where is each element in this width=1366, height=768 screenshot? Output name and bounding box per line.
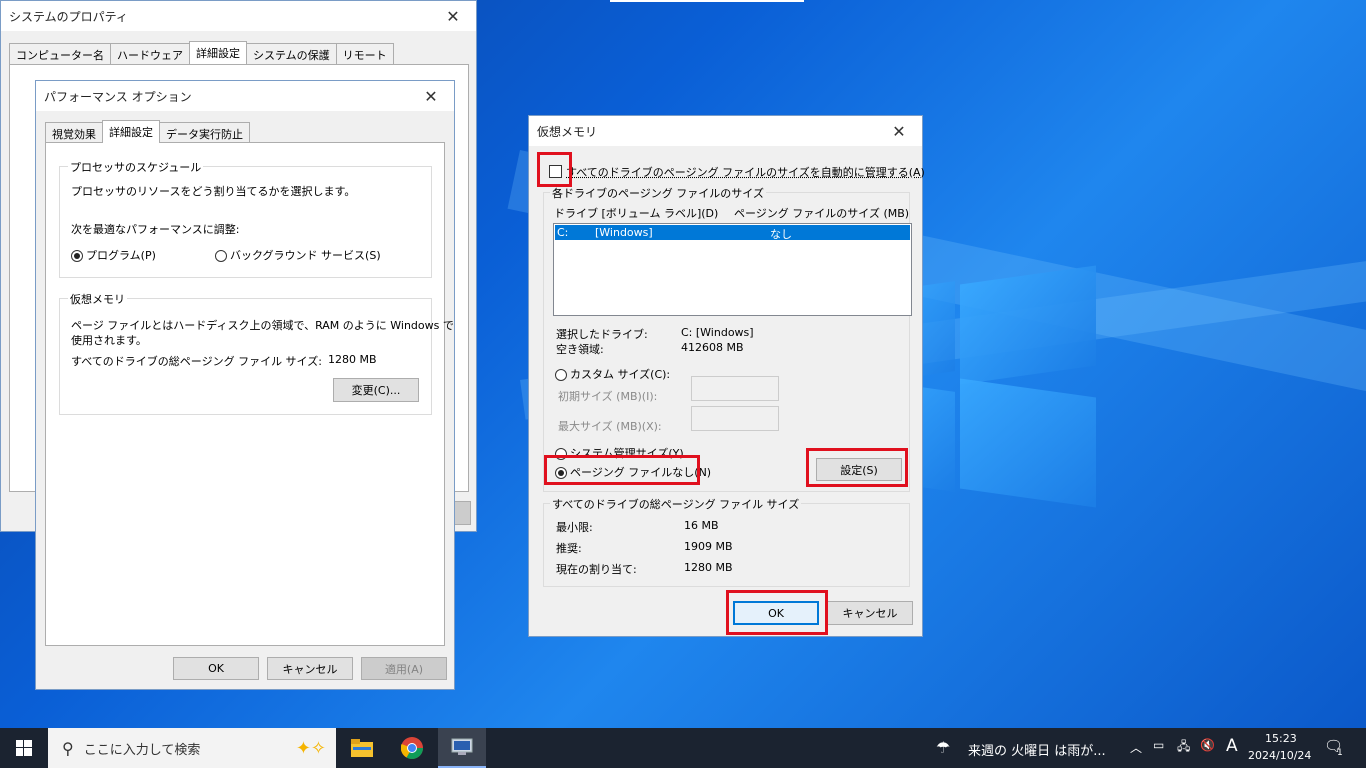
vm-description: ページ ファイルとはハードディスク上の領域で、RAM のように Windows … (71, 319, 454, 332)
initial-size-input[interactable] (691, 376, 779, 401)
notification-count: 1 (1337, 748, 1343, 758)
cancel-button[interactable]: キャンセル (267, 657, 353, 680)
radio-selected-icon (71, 250, 83, 262)
max-size-label: 最大サイズ (MB)(X): (558, 420, 662, 433)
system-properties-taskbar-icon[interactable] (438, 728, 486, 768)
tab-computer-name[interactable]: コンピューター名 (9, 43, 111, 64)
taskbar: ⚲ ここに入力して検索 ✦✧ ☂ 来週の 火曜日 は雨が... ︿ ▭ 🖧 🔇 … (0, 728, 1366, 768)
ime-indicator[interactable]: A (1226, 736, 1238, 756)
volume-muted-icon[interactable]: 🔇 (1200, 738, 1215, 752)
total-paging-value: 1280 MB (328, 353, 377, 366)
ok-button[interactable]: OK (173, 657, 259, 680)
chrome-icon[interactable] (388, 728, 436, 768)
drives-group: 各ドライブのページング ファイルのサイズ ドライブ [ボリューム ラベル](D)… (543, 185, 912, 492)
tab-panel: プロセッサのスケジュール プロセッサのリソースをどう割り当てるかを選択します。 … (45, 142, 454, 646)
search-icon: ⚲ (62, 738, 74, 758)
auto-manage-label[interactable]: すべてのドライブのページング ファイルのサイズを自動的に管理する(A) (566, 164, 925, 180)
tab-advanced[interactable]: 詳細設定 (189, 41, 247, 64)
apply-button[interactable]: 適用(A) (361, 657, 447, 680)
windows-start-icon (16, 740, 32, 756)
drive-size: なし (770, 228, 792, 241)
group-label: すべてのドライブの総ページング ファイル サイズ (550, 496, 802, 512)
window-title: システムのプロパティ (9, 9, 128, 24)
radio-background-services[interactable]: バックグラウンド サービス(S) (215, 247, 381, 263)
virtual-memory-dialog: 仮想メモリ ✕ すべてのドライブのページング ファイルのサイズを自動的に管理する… (528, 115, 925, 637)
current-value: 1280 MB (684, 561, 733, 574)
group-label: プロセッサのスケジュール (68, 159, 204, 175)
close-icon[interactable]: ✕ (884, 116, 914, 146)
minimum-label: 最小限: (556, 521, 593, 534)
group-label: 仮想メモリ (68, 291, 127, 307)
tab-visual-effects[interactable]: 視覚効果 (45, 122, 103, 143)
drive-list[interactable]: C: [Windows] なし (553, 223, 912, 316)
selected-drive-label: 選択したドライブ: (556, 328, 648, 341)
vm-description-2: 使用されます。 (71, 334, 147, 347)
adjust-label: 次を最適なパフォーマンスに調整: (71, 223, 240, 236)
copilot-sparkle-icon: ✦✧ (295, 737, 326, 759)
group-label: 各ドライブのページング ファイルのサイズ (550, 185, 766, 201)
list-item[interactable]: C: [Windows] なし (555, 225, 910, 241)
window-title: 仮想メモリ (537, 124, 598, 139)
tab-advanced[interactable]: 詳細設定 (102, 120, 160, 143)
recommended-value: 1909 MB (684, 540, 733, 553)
tab-hardware[interactable]: ハードウェア (110, 43, 190, 64)
performance-options-window: パフォーマンス オプション ✕ 視覚効果 詳細設定 データ実行防止 プロセッサの… (35, 80, 455, 690)
column-drive: ドライブ [ボリューム ラベル](D) (554, 207, 719, 220)
weather-text[interactable]: 来週の 火曜日 は雨が... (968, 740, 1106, 759)
radio-custom-size[interactable]: カスタム サイズ(C): (555, 366, 670, 382)
apply-button-partial[interactable] (453, 501, 471, 525)
cancel-button[interactable]: キャンセル (827, 601, 913, 625)
highlight-ok-button (726, 590, 828, 635)
close-icon[interactable]: ✕ (438, 1, 468, 31)
total-paging-label: すべてのドライブの総ページング ファイル サイズ: (71, 355, 322, 368)
battery-icon[interactable]: ▭ (1153, 738, 1164, 752)
title-bar: 仮想メモリ ✕ (529, 116, 922, 146)
title-bar: システムのプロパティ ✕ (1, 1, 476, 31)
recommended-label: 推奨: (556, 542, 582, 555)
drive-letter: C: (557, 226, 569, 239)
max-size-input[interactable] (691, 406, 779, 431)
totals-group: すべてのドライブの総ページング ファイル サイズ 最小限: 16 MB 推奨: … (543, 496, 910, 587)
column-size: ページング ファイルのサイズ (MB) (734, 207, 910, 220)
radio-empty-icon (555, 369, 567, 381)
clock-date[interactable]: 2024/10/24 (1248, 749, 1311, 762)
network-icon[interactable]: 🖧 (1177, 737, 1190, 758)
chevron-up-icon[interactable]: ︿ (1130, 739, 1142, 756)
initial-size-label: 初期サイズ (MB)(I): (558, 390, 658, 403)
tab-remote[interactable]: リモート (335, 43, 394, 64)
close-icon[interactable]: ✕ (416, 81, 446, 111)
highlight-set-button (806, 448, 908, 487)
search-box[interactable]: ⚲ ここに入力して検索 ✦✧ (48, 728, 336, 768)
free-space-label: 空き領域: (556, 343, 604, 356)
minimum-value: 16 MB (684, 519, 719, 532)
tab-system-protection[interactable]: システムの保護 (246, 43, 337, 64)
window-title: パフォーマンス オプション (44, 89, 192, 104)
search-placeholder: ここに入力して検索 (83, 742, 201, 758)
current-label: 現在の割り当て: (556, 563, 637, 576)
title-bar: パフォーマンス オプション ✕ (36, 81, 454, 111)
radio-program[interactable]: プログラム(P) (71, 247, 156, 263)
free-space-value: 412608 MB (681, 341, 744, 354)
selected-drive-value: C: [Windows] (681, 326, 754, 339)
file-explorer-icon[interactable] (338, 728, 386, 768)
change-button[interactable]: 変更(C)... (333, 378, 419, 402)
weather-rain-icon[interactable]: ☂ (936, 738, 950, 757)
start-button[interactable] (0, 728, 48, 768)
radio-empty-icon (215, 250, 227, 262)
clock-time[interactable]: 15:23 (1265, 732, 1297, 745)
highlight-auto-manage-checkbox (537, 152, 572, 187)
tab-dep[interactable]: データ実行防止 (159, 122, 250, 143)
virtual-memory-group: 仮想メモリ ページ ファイルとはハードディスク上の領域で、RAM のように Wi… (59, 291, 454, 415)
drive-label: [Windows] (595, 226, 653, 239)
description: プロセッサのリソースをどう割り当てるかを選択します。 (71, 185, 356, 198)
processor-scheduling-group: プロセッサのスケジュール プロセッサのリソースをどう割り当てるかを選択します。 … (59, 159, 432, 278)
highlight-no-paging-radio (544, 455, 700, 485)
